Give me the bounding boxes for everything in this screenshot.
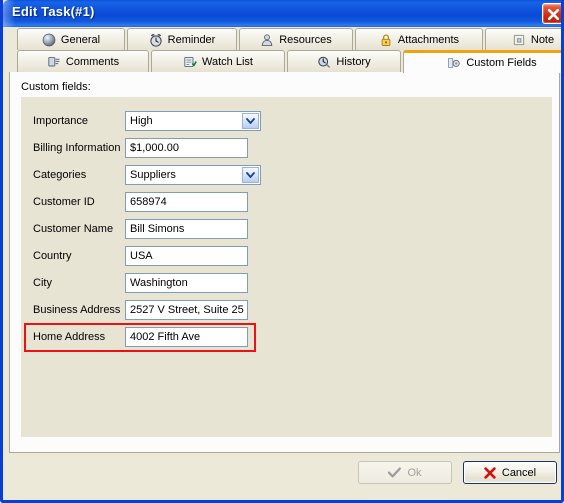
- tab-note[interactable]: Note: [485, 28, 561, 50]
- close-icon: [547, 8, 560, 21]
- field-label-business-address: Business Address: [33, 304, 121, 316]
- field-input-importance[interactable]: High: [125, 111, 261, 131]
- field-label-billing-information: Billing Information: [33, 142, 121, 154]
- lock-icon: [381, 33, 391, 46]
- tab-resources[interactable]: Resources: [239, 28, 353, 50]
- tab-reminder-label: Reminder: [167, 33, 216, 46]
- field-value-customer-name: Bill Simons: [130, 223, 185, 235]
- field-label-home-address: Home Address: [33, 331, 106, 343]
- field-label-customer-name: Customer Name: [33, 223, 114, 235]
- field-label-city: City: [33, 277, 52, 289]
- chevron-down-icon: [246, 118, 255, 124]
- checkmark-icon: [388, 467, 402, 478]
- close-button[interactable]: [542, 3, 561, 24]
- field-input-country[interactable]: USA: [125, 246, 248, 266]
- field-label-customer-id: Customer ID: [33, 196, 95, 208]
- tab-watch-list-label: Watch List: [202, 55, 253, 68]
- tab-reminder[interactable]: Reminder: [127, 28, 237, 50]
- field-label-categories: Categories: [33, 169, 87, 181]
- tab-attachments-label: Attachments: [397, 33, 460, 46]
- client-area: General Reminder Resources Attachments N…: [6, 27, 561, 500]
- sphere-icon: [42, 33, 56, 46]
- field-value-business-address: 2527 V Street, Suite 25: [130, 304, 244, 316]
- tab-watch-list[interactable]: Watch List: [151, 50, 285, 72]
- tab-general[interactable]: General: [17, 28, 125, 50]
- field-input-city[interactable]: Washington: [125, 273, 248, 293]
- comment-card-icon: [48, 56, 60, 66]
- ok-button-label: Ok: [407, 466, 422, 479]
- section-label: Custom fields:: [21, 81, 91, 93]
- field-label-importance: Importance: [33, 115, 89, 127]
- x-mark-icon: [484, 466, 496, 479]
- tab-row-secondary: Comments Watch List History Custom Field…: [9, 50, 561, 73]
- field-label-country: Country: [33, 250, 72, 262]
- person-icon: [261, 33, 273, 46]
- field-input-home-address[interactable]: 4002 Fifth Ave: [125, 327, 248, 347]
- tab-note-label: Note: [530, 33, 555, 46]
- tab-comments[interactable]: Comments: [17, 50, 149, 72]
- tab-general-label: General: [60, 33, 101, 46]
- field-input-business-address[interactable]: 2527 V Street, Suite 25: [125, 300, 248, 320]
- gear-fields-icon: [448, 58, 461, 68]
- field-input-billing-information[interactable]: $1,000.00: [125, 138, 248, 158]
- field-value-importance: High: [130, 115, 153, 127]
- field-input-customer-name[interactable]: Bill Simons: [125, 219, 248, 239]
- field-value-categories: Suppliers: [130, 169, 176, 181]
- field-value-home-address: 4002 Fifth Ave: [130, 331, 201, 343]
- tab-attachments[interactable]: Attachments: [355, 28, 483, 50]
- custom-fields-panel: Importance High Billing Information $1,0…: [21, 97, 552, 437]
- alarm-clock-icon: [150, 33, 162, 47]
- tab-row-primary: General Reminder Resources Attachments N…: [9, 28, 561, 50]
- chevron-down-icon: [246, 172, 255, 178]
- watch-list-icon: [184, 56, 197, 67]
- clock-history-icon: [318, 56, 331, 68]
- tab-comments-label: Comments: [65, 55, 120, 68]
- custom-fields-page: Custom fields: Importance High Billing I…: [9, 72, 560, 453]
- tab-resources-label: Resources: [279, 33, 332, 46]
- edit-task-window: Edit Task(#1) General Reminder Resources…: [0, 0, 564, 503]
- title-bar: Edit Task(#1): [3, 0, 561, 27]
- ok-button[interactable]: Ok: [358, 461, 452, 484]
- tab-custom-fields-label: Custom Fields: [466, 57, 537, 69]
- tab-history[interactable]: History: [287, 50, 401, 72]
- tab-custom-fields[interactable]: Custom Fields: [403, 50, 561, 73]
- tab-control: General Reminder Resources Attachments N…: [9, 28, 561, 453]
- field-value-customer-id: 658974: [130, 196, 167, 208]
- window-title: Edit Task(#1): [12, 4, 95, 19]
- field-value-billing-information: $1,000.00: [130, 142, 179, 154]
- importance-dropdown-arrow[interactable]: [242, 113, 259, 129]
- field-input-customer-id[interactable]: 658974: [125, 192, 248, 212]
- field-input-categories[interactable]: Suppliers: [125, 165, 261, 185]
- cancel-button[interactable]: Cancel: [463, 461, 557, 484]
- field-value-country: USA: [130, 250, 153, 262]
- cancel-button-label: Cancel: [501, 466, 537, 479]
- pushpin-note-icon: [513, 34, 525, 45]
- categories-dropdown-arrow[interactable]: [242, 167, 259, 183]
- tab-history-label: History: [336, 55, 371, 68]
- field-value-city: Washington: [130, 277, 188, 289]
